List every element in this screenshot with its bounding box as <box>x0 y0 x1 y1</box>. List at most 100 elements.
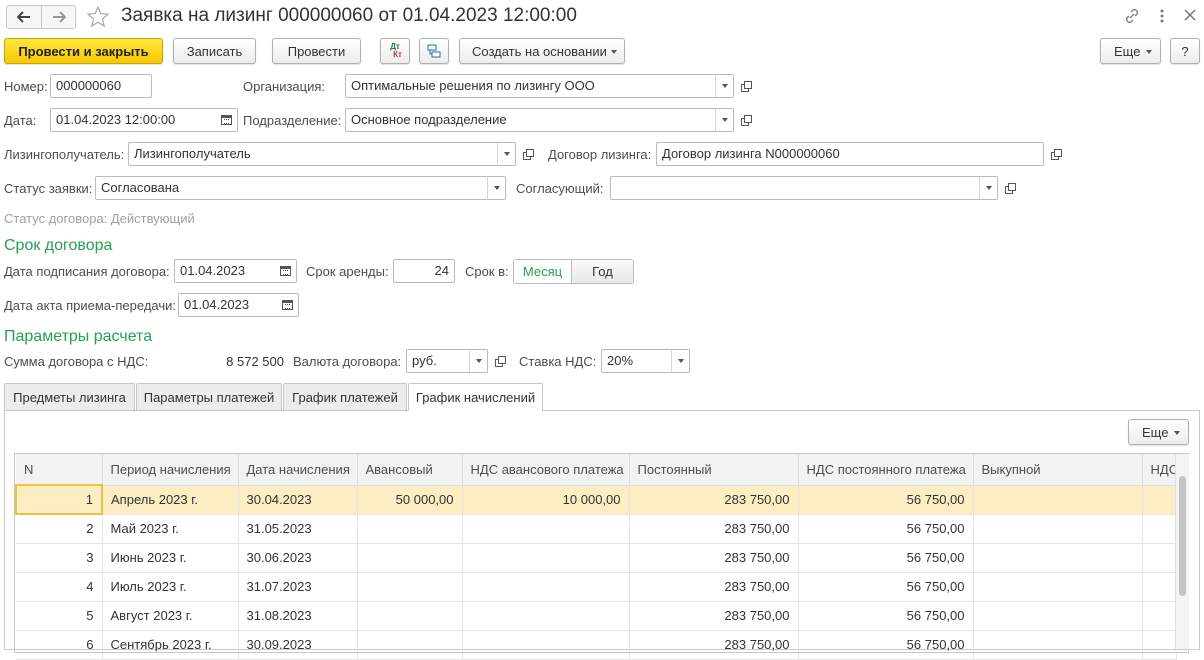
col-buyout[interactable]: Выкупной <box>973 454 1143 486</box>
currency-field[interactable]: руб. <box>406 349 488 373</box>
col-advance-vat[interactable]: НДС авансового платежа <box>462 454 630 486</box>
table-row[interactable]: 4 Июль 2023 г. 31.07.2023 283 750,00 56 … <box>16 572 1177 602</box>
col-constant[interactable]: Постоянный <box>629 454 799 486</box>
approver-label: Согласующий: <box>516 181 604 196</box>
term-section-title: Срок договора <box>4 237 113 254</box>
create-based-button[interactable]: Создать на основании <box>459 38 625 64</box>
help-button[interactable]: ? <box>1170 38 1200 64</box>
post-and-close-button[interactable]: Провести и закрыть <box>4 38 163 64</box>
chevron-down-icon <box>493 186 500 190</box>
department-open-button[interactable] <box>735 108 757 132</box>
save-button[interactable]: Записать <box>173 38 256 64</box>
row-n: 2 <box>16 514 103 544</box>
table-header-row: N Период начисления Дата начисления Аван… <box>16 454 1177 486</box>
row-constant: 283 750,00 <box>629 485 799 515</box>
organization-open-button[interactable] <box>735 74 757 98</box>
number-label: Номер: <box>4 79 48 94</box>
status-dropdown[interactable] <box>487 177 505 199</box>
lease-term-label: Срок аренды: <box>306 264 389 279</box>
calendar-button[interactable] <box>276 294 298 316</box>
kt-label: Кт <box>393 50 402 59</box>
structure-button[interactable] <box>419 38 449 64</box>
open-icon <box>495 356 506 367</box>
act-date-field[interactable]: 01.04.2023 <box>178 293 299 317</box>
currency-open-button[interactable] <box>489 349 511 373</box>
table-row[interactable]: 1 Апрель 2023 г. 30.04.2023 50 000,00 10… <box>15 484 1177 515</box>
lessee-field[interactable]: Лизингополучатель <box>128 142 516 166</box>
link-icon[interactable] <box>1124 8 1140 27</box>
department-field[interactable]: Основное подразделение <box>345 108 734 132</box>
row-constant-vat: 56 750,00 <box>798 485 974 515</box>
col-constant-vat[interactable]: НДС постоянного платежа <box>798 454 974 486</box>
tab-leasing-items[interactable]: Предметы лизинга <box>4 383 135 410</box>
department-label: Подразделение: <box>243 113 342 128</box>
status-value: Согласована <box>101 180 180 195</box>
dt-kt-button[interactable]: Дт Кт <box>380 38 410 64</box>
term-year-option[interactable]: Год <box>572 260 633 283</box>
back-arrow-icon[interactable] <box>7 6 42 28</box>
term-in-label: Срок в: <box>465 264 509 279</box>
calendar-icon <box>279 266 291 276</box>
table-row[interactable]: 2 Май 2023 г. 31.05.2023 283 750,00 56 7… <box>16 514 1177 544</box>
approver-open-button[interactable] <box>999 176 1021 200</box>
col-vat[interactable]: НДС <box>1142 454 1177 486</box>
row-advance <box>357 572 463 602</box>
row-date: 30.04.2023 <box>238 485 358 515</box>
row-vat <box>1142 514 1177 544</box>
post-button[interactable]: Провести <box>272 38 361 64</box>
number-field[interactable]: 000000060 <box>50 74 152 98</box>
table-row[interactable]: 5 Август 2023 г. 31.08.2023 283 750,00 5… <box>16 601 1177 631</box>
sign-date-field[interactable]: 01.04.2023 <box>174 259 297 283</box>
calendar-button[interactable] <box>274 260 296 282</box>
tab-payment-params[interactable]: Параметры платежей <box>136 383 282 410</box>
more-button[interactable]: Еще <box>1100 38 1161 64</box>
lease-term-field[interactable]: 24 <box>393 259 455 283</box>
favorite-star-icon[interactable] <box>86 5 110 30</box>
date-value: 01.04.2023 12:00:00 <box>56 112 176 127</box>
row-constant-vat: 56 750,00 <box>798 543 974 573</box>
row-constant-vat: 56 750,00 <box>798 514 974 544</box>
tab-payment-schedule[interactable]: График платежей <box>283 383 407 410</box>
table-row[interactable]: 3 Июнь 2023 г. 30.06.2023 283 750,00 56 … <box>16 543 1177 573</box>
tab-accrual-schedule[interactable]: График начислений <box>408 383 543 411</box>
term-unit-toggle[interactable]: Месяц Год <box>513 259 634 284</box>
term-month-option[interactable]: Месяц <box>514 260 572 283</box>
organization-dropdown[interactable] <box>715 75 733 97</box>
col-n[interactable]: N <box>16 454 103 486</box>
calendar-button[interactable] <box>215 109 237 131</box>
chevron-down-icon <box>503 152 510 156</box>
accrual-table[interactable]: N Период начисления Дата начисления Аван… <box>15 454 1177 660</box>
status-label: Статус заявки: <box>4 181 93 196</box>
currency-dropdown[interactable] <box>469 350 487 372</box>
date-label: Дата: <box>4 113 37 128</box>
organization-field[interactable]: Оптимальные решения по лизингу ООО <box>345 74 734 98</box>
vat-field[interactable]: 20% <box>601 349 690 373</box>
nav-back-button[interactable] <box>6 5 76 29</box>
calendar-icon <box>281 300 293 310</box>
contract-field[interactable]: Договор лизинга N000000060 <box>656 142 1044 166</box>
row-period: Апрель 2023 г. <box>102 485 239 515</box>
status-field[interactable]: Согласована <box>95 176 506 200</box>
col-accrual-date[interactable]: Дата начисления <box>238 454 358 486</box>
forward-arrow-icon[interactable] <box>42 6 76 28</box>
department-dropdown[interactable] <box>715 109 733 131</box>
chevron-down-icon <box>475 359 482 363</box>
lessee-dropdown[interactable] <box>497 143 515 165</box>
close-icon[interactable] <box>1183 8 1197 25</box>
col-period[interactable]: Период начисления <box>102 454 239 486</box>
currency-label: Валюта договора: <box>293 354 402 369</box>
date-field[interactable]: 01.04.2023 12:00:00 <box>50 108 238 132</box>
table-scrollbar[interactable] <box>1175 454 1189 649</box>
lessee-open-button[interactable] <box>517 142 539 166</box>
table-more-button[interactable]: Еще <box>1128 419 1189 445</box>
scrollbar-thumb[interactable] <box>1179 476 1186 596</box>
vat-dropdown[interactable] <box>671 350 689 372</box>
row-date: 31.07.2023 <box>238 572 358 602</box>
approver-field[interactable] <box>610 176 998 200</box>
approver-dropdown[interactable] <box>979 177 997 199</box>
window-menu-icon[interactable] <box>1159 8 1165 27</box>
act-date-value: 01.04.2023 <box>184 297 250 312</box>
contract-open-button[interactable] <box>1045 142 1067 166</box>
window-title: Заявка на лизинг 000000060 от 01.04.2023… <box>121 5 577 26</box>
col-advance[interactable]: Авансовый <box>357 454 463 486</box>
